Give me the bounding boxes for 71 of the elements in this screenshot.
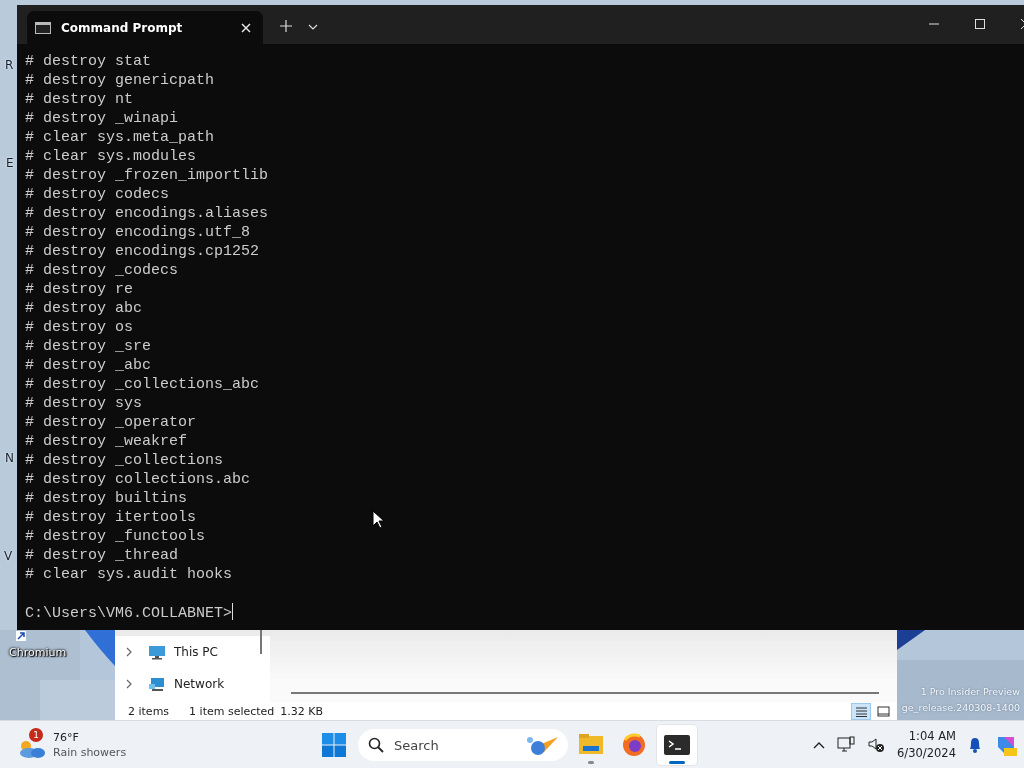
mouse-pointer-icon (372, 510, 384, 529)
network-icon[interactable] (837, 736, 856, 754)
command-prompt-text: C:\Users\VM6.COLLABNET> (25, 605, 233, 622)
desktop-icon-label[interactable]: E (6, 156, 14, 170)
comet-icon (524, 734, 560, 756)
tab[interactable]: Command Prompt (27, 11, 263, 44)
console-output-line: # destroy itertools (25, 508, 197, 527)
console-output-line: # destroy abc (25, 299, 143, 318)
nav-item[interactable]: This PC (125, 636, 270, 668)
dropdown-icon[interactable] (308, 24, 318, 30)
terminal-icon[interactable] (663, 732, 691, 758)
console-output-line: # destroy os (25, 318, 134, 337)
speaker-muted-icon[interactable] (867, 736, 886, 754)
maximize-icon[interactable] (975, 19, 985, 29)
search-bar[interactable]: Search (358, 729, 568, 761)
console-output-line: # destroy genericpath (25, 71, 215, 90)
search-field[interactable]: Search (392, 736, 516, 754)
console-output-line: # destroy _abc (25, 356, 152, 375)
firefox-icon[interactable] (620, 732, 648, 758)
status-text: 1.32 KB (280, 704, 324, 718)
watermark-text: 1 Pro Insider Preview (919, 685, 1020, 699)
console-output-line: # destroy collections.abc (25, 470, 251, 489)
desktop-icon-label[interactable]: V (4, 549, 13, 563)
console-output-line: # clear sys.meta_path (25, 128, 215, 147)
console-output-line: # destroy _codecs (25, 261, 179, 280)
console-output-line: # destroy codecs (25, 185, 170, 204)
console-output-line: # destroy _collections_abc (25, 375, 260, 394)
new-tab-icon[interactable] (280, 20, 292, 32)
console-output-line: # destroy _winapi (25, 109, 179, 128)
console-output-line: # destroy builtins (25, 489, 188, 508)
console-output-line: # destroy _functools (25, 527, 206, 546)
console-output-line: # destroy encodings.cp1252 (25, 242, 260, 261)
chevron-icon[interactable] (125, 647, 133, 657)
desktop-icon-label[interactable]: R (5, 58, 14, 72)
watermark-text: ge_release.240308-1400 (901, 701, 1020, 715)
scrollbar[interactable] (291, 692, 879, 694)
notification-badge: 1 (29, 728, 43, 742)
console-output-line: # destroy _weakref (25, 432, 188, 451)
nav-item[interactable]: Network (125, 668, 270, 700)
console-output-line: # destroy _operator (25, 413, 197, 432)
computer-icon (148, 644, 166, 660)
status-text: 2 items (128, 704, 170, 718)
weather-widget[interactable]: 1 76°F Rain showers (17, 730, 127, 760)
console-output-line: # destroy stat (25, 52, 152, 71)
status-text: 1 item selected (189, 704, 275, 718)
chevron-icon[interactable] (125, 679, 133, 689)
network-icon (148, 676, 166, 692)
console-output-line: # destroy _sre (25, 337, 152, 356)
command-prompt-icon (35, 21, 51, 34)
desktop-icon-label[interactable]: N (5, 451, 14, 465)
console-output-line: # destroy _frozen_importlib (25, 166, 269, 185)
close-icon[interactable] (241, 22, 251, 33)
weather-condition-text: Rain showers (53, 745, 127, 760)
taskbar-app-button[interactable] (657, 725, 697, 765)
clock[interactable]: 1:04 AM 6/30/2024 (897, 728, 956, 762)
console-output-line: # destroy encodings.utf_8 (25, 223, 251, 242)
console-output-line: # destroy _thread (25, 546, 179, 565)
start-icon[interactable] (322, 733, 346, 757)
console-output-line: # clear sys.audit hooks (25, 565, 233, 584)
console-output-line: # destroy _collections (25, 451, 224, 470)
console-output-line: # destroy encodings.aliases (25, 204, 269, 223)
chevron-up-icon[interactable] (813, 741, 826, 749)
search-icon (368, 737, 384, 753)
temperature-text: 76°F (53, 730, 80, 745)
text-cursor (232, 603, 234, 620)
console-output-line: # destroy nt (25, 90, 134, 109)
bell-icon[interactable] (968, 737, 982, 753)
console-output-line: # destroy re (25, 280, 134, 299)
console-output-line: # destroy sys (25, 394, 143, 413)
shortcut-arrow-icon (16, 631, 26, 641)
console-output-line: # clear sys.modules (25, 147, 197, 166)
